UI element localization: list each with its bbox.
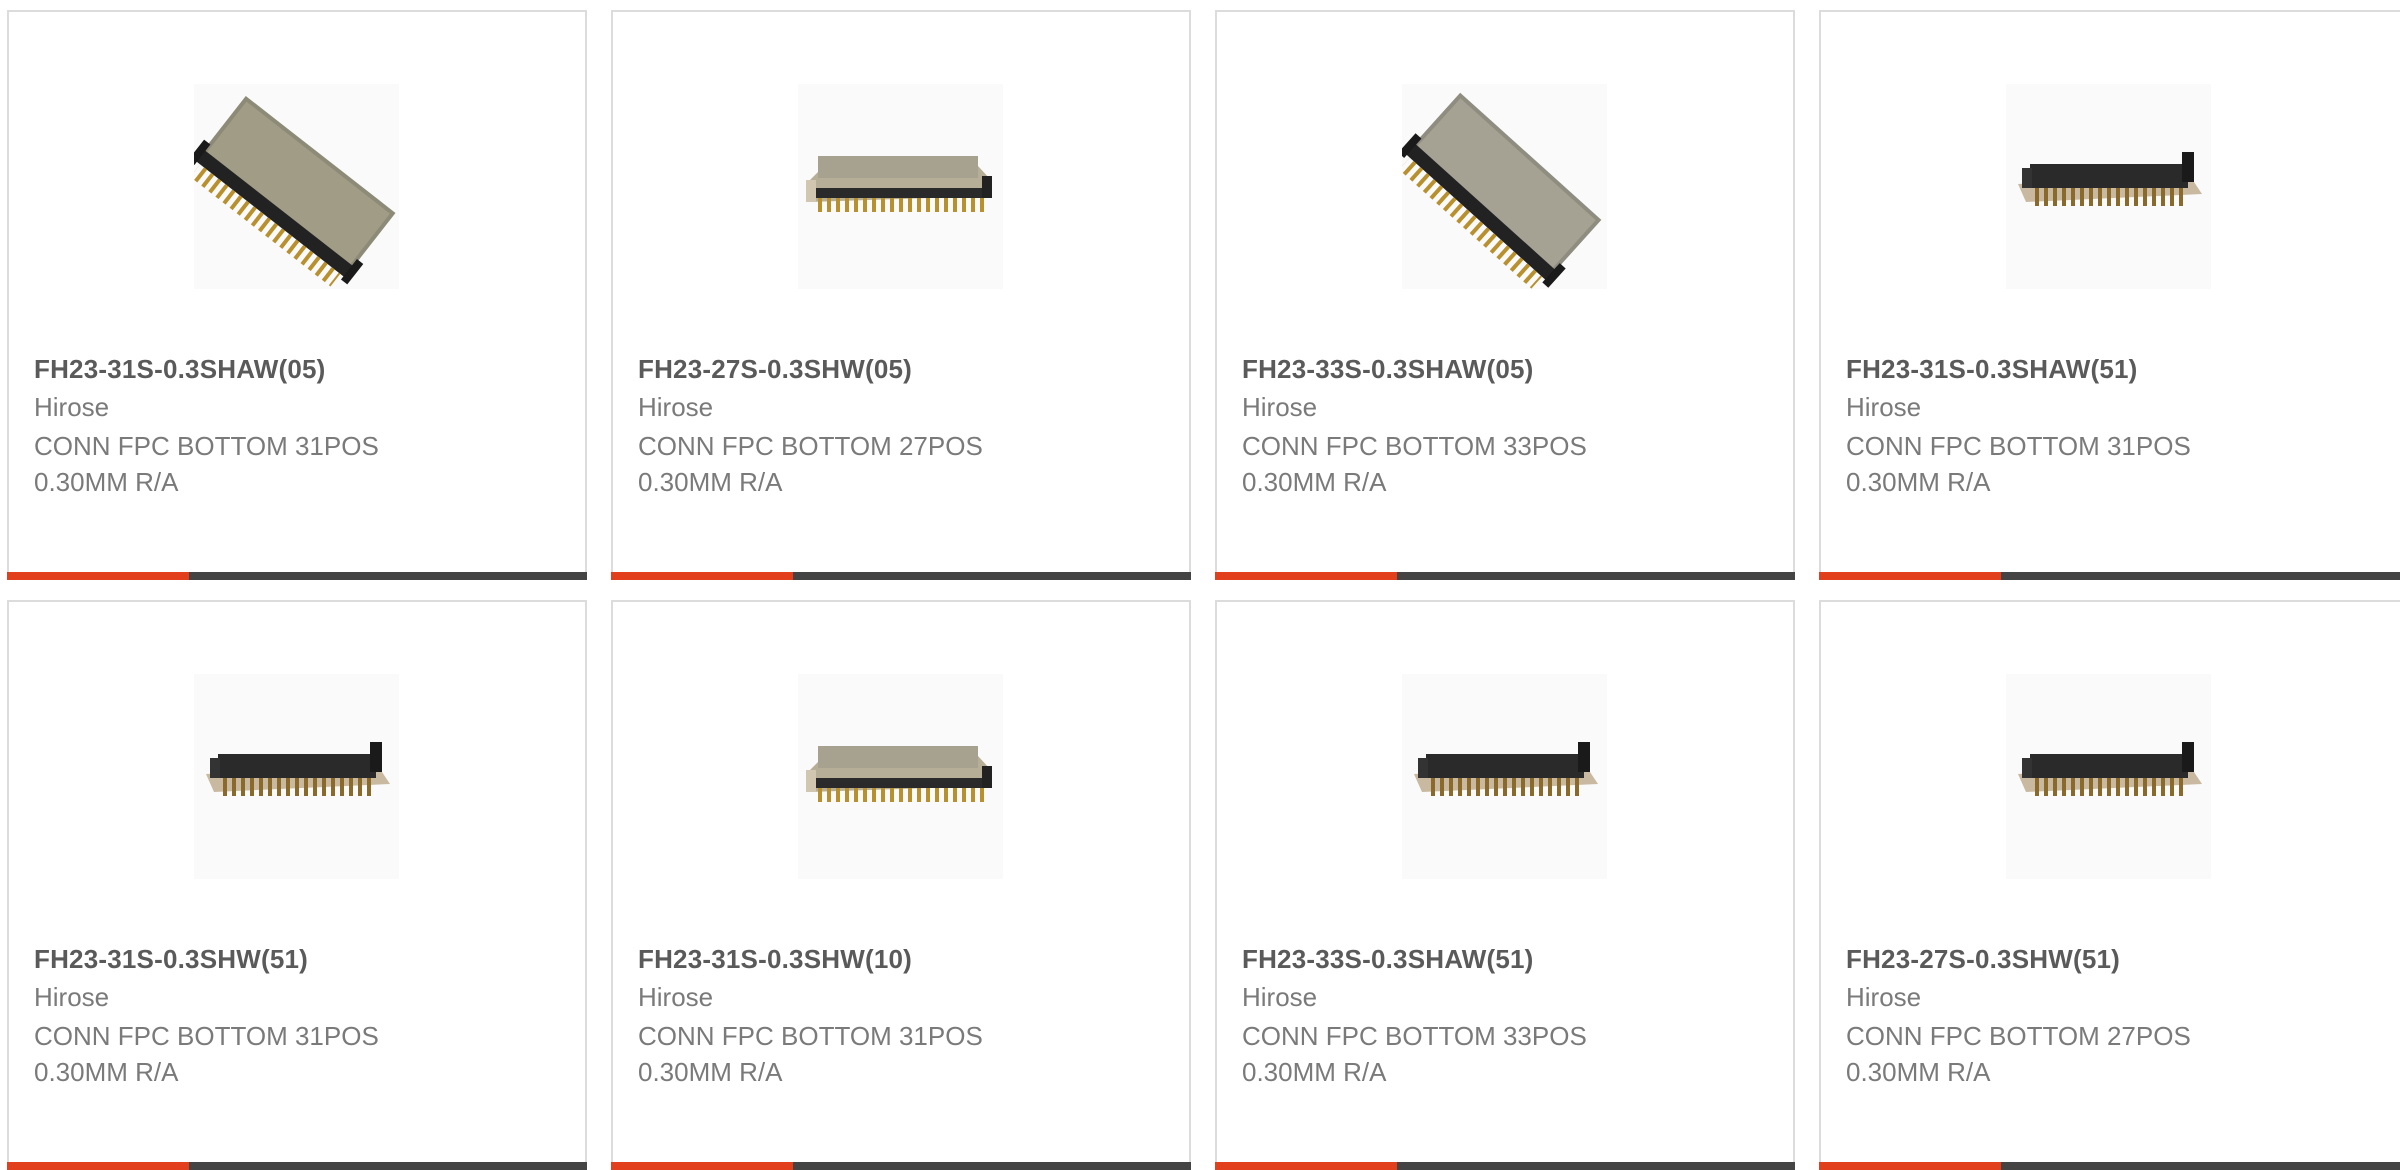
product-card[interactable]: FH23-31S-0.3SHAW(05) Hirose CONN FPC BOT… [7, 10, 587, 580]
card-accent [7, 1162, 189, 1170]
manufacturer: Hirose [1242, 982, 1318, 1012]
product-image[interactable] [798, 674, 1003, 879]
description: CONN FPC BOTTOM 31POS 0.30MM R/A [638, 1021, 983, 1087]
description: CONN FPC BOTTOM 27POS 0.30MM R/A [638, 431, 983, 497]
product-card[interactable]: FH23-27S-0.3SHW(05) Hirose CONN FPC BOTT… [611, 10, 1191, 580]
product-card[interactable]: FH23-33S-0.3SHAW(05) Hirose CONN FPC BOT… [1215, 10, 1795, 580]
manufacturer: Hirose [1846, 982, 1922, 1012]
card-accent [7, 572, 189, 580]
part-number[interactable]: FH23-33S-0.3SHAW(05) [1242, 354, 1534, 385]
part-number[interactable]: FH23-27S-0.3SHW(51) [1846, 944, 2120, 975]
product-image[interactable] [798, 84, 1003, 289]
product-image[interactable] [1402, 84, 1607, 289]
card-footer-bar [611, 1162, 1191, 1170]
card-footer-bar [1215, 1162, 1795, 1170]
product-card[interactable]: FH23-33S-0.3SHAW(51) Hirose CONN FPC BOT… [1215, 600, 1795, 1170]
product-card[interactable]: FH23-31S-0.3SHAW(51) Hirose CONN FPC BOT… [1819, 10, 2400, 580]
card-accent [611, 572, 793, 580]
part-number[interactable]: FH23-31S-0.3SHAW(05) [34, 354, 326, 385]
card-accent [1819, 1162, 2001, 1170]
description: CONN FPC BOTTOM 31POS 0.30MM R/A [34, 1021, 379, 1087]
product-card[interactable]: FH23-31S-0.3SHW(51) Hirose CONN FPC BOTT… [7, 600, 587, 1170]
card-accent [1215, 572, 1397, 580]
manufacturer: Hirose [34, 982, 110, 1012]
product-card[interactable]: FH23-27S-0.3SHW(51) Hirose CONN FPC BOTT… [1819, 600, 2400, 1170]
description: CONN FPC BOTTOM 31POS 0.30MM R/A [34, 431, 379, 497]
product-image[interactable] [2006, 674, 2211, 879]
card-footer-bar [7, 1162, 587, 1170]
product-image[interactable] [194, 84, 399, 289]
part-number[interactable]: FH23-27S-0.3SHW(05) [638, 354, 912, 385]
manufacturer: Hirose [1242, 392, 1318, 422]
part-number[interactable]: FH23-31S-0.3SHW(10) [638, 944, 912, 975]
card-accent [1215, 1162, 1397, 1170]
card-footer-bar [7, 572, 587, 580]
manufacturer: Hirose [638, 982, 714, 1012]
card-footer-bar [1819, 1162, 2400, 1170]
product-grid: FH23-31S-0.3SHAW(05) Hirose CONN FPC BOT… [0, 0, 2400, 1170]
description: CONN FPC BOTTOM 33POS 0.30MM R/A [1242, 431, 1587, 497]
card-footer-bar [1215, 572, 1795, 580]
manufacturer: Hirose [1846, 392, 1922, 422]
manufacturer: Hirose [638, 392, 714, 422]
part-number[interactable]: FH23-31S-0.3SHW(51) [34, 944, 308, 975]
description: CONN FPC BOTTOM 33POS 0.30MM R/A [1242, 1021, 1587, 1087]
card-footer-bar [611, 572, 1191, 580]
product-image[interactable] [194, 674, 399, 879]
product-image[interactable] [1402, 674, 1607, 879]
product-image[interactable] [2006, 84, 2211, 289]
part-number[interactable]: FH23-31S-0.3SHAW(51) [1846, 354, 2138, 385]
manufacturer: Hirose [34, 392, 110, 422]
part-number[interactable]: FH23-33S-0.3SHAW(51) [1242, 944, 1534, 975]
description: CONN FPC BOTTOM 27POS 0.30MM R/A [1846, 1021, 2191, 1087]
card-accent [1819, 572, 2001, 580]
card-accent [611, 1162, 793, 1170]
product-card[interactable]: FH23-31S-0.3SHW(10) Hirose CONN FPC BOTT… [611, 600, 1191, 1170]
card-footer-bar [1819, 572, 2400, 580]
description: CONN FPC BOTTOM 31POS 0.30MM R/A [1846, 431, 2191, 497]
